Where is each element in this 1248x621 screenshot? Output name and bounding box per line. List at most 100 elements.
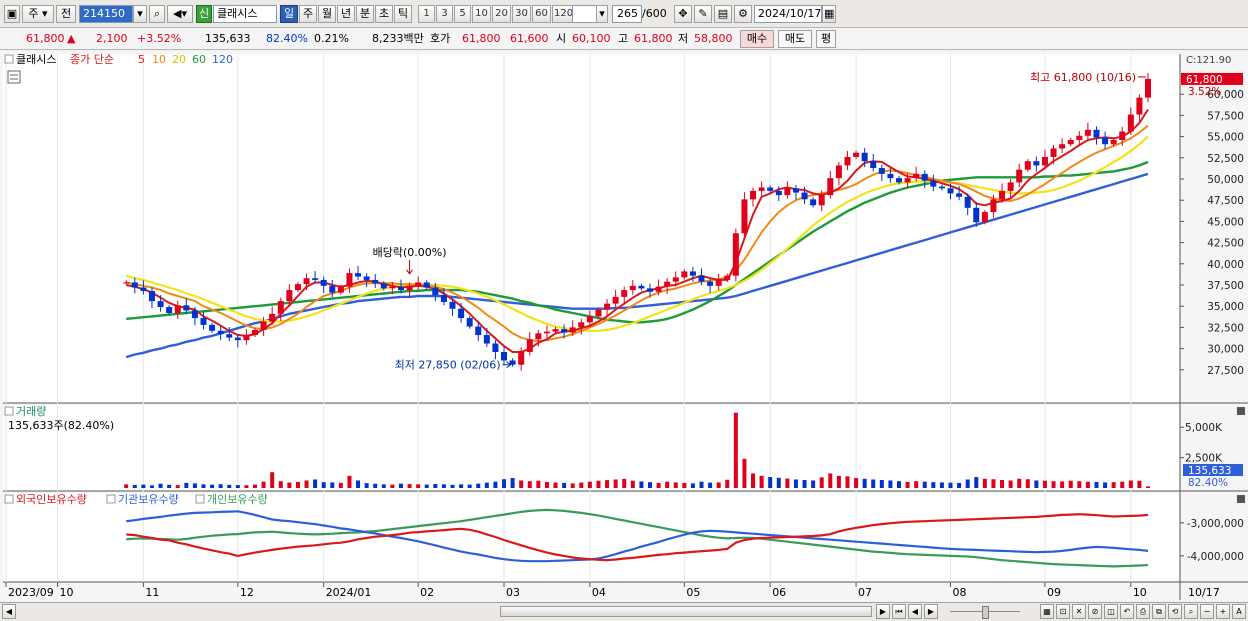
interval-button-3[interactable]: 3 (436, 5, 453, 23)
scrollbar-thumb[interactable] (500, 606, 872, 617)
candle-body (801, 192, 808, 200)
print-icon[interactable]: ⎙ (1136, 604, 1150, 619)
link-icon[interactable]: ⊘ (1088, 604, 1102, 619)
first-page-icon[interactable]: ⏮ (892, 604, 906, 619)
interval-button-5[interactable]: 5 (454, 5, 471, 23)
toolbar: ▣ 주 ▾ 전 214150 ▾ ⌕ ◀▾ 신 클래시스 일주월년분초틱 135… (0, 0, 1248, 28)
timeframe-button-1[interactable]: 주 (299, 5, 317, 23)
font-size-icon[interactable]: A (1232, 604, 1246, 619)
lock-icon[interactable]: ⊡ (1056, 604, 1070, 619)
volume-bar (1068, 480, 1073, 488)
timeframe-button-3[interactable]: 년 (337, 5, 355, 23)
timeframe-button-4[interactable]: 분 (356, 5, 374, 23)
zoom-slider-handle[interactable] (982, 606, 989, 619)
high-annotation: 최고 61,800 (10/16) (1030, 71, 1136, 84)
volume-bar (227, 484, 232, 488)
volume-close-icon[interactable] (1237, 407, 1245, 415)
calculator-icon[interactable] (7, 70, 21, 84)
copy-icon[interactable]: ⧉ (1152, 604, 1166, 619)
stock-name-field[interactable]: 클래시스 (213, 5, 277, 23)
volume-bar (467, 484, 472, 488)
volume-bar (450, 484, 455, 488)
indiv-legend: 개인보유수량 (207, 493, 268, 506)
calendar-icon[interactable]: ▦ (822, 5, 836, 23)
holdings-close-icon[interactable] (1237, 495, 1245, 503)
volume-bar (544, 481, 549, 488)
prev-page-icon[interactable]: ◀ (908, 604, 922, 619)
tools-icon[interactable]: ✥ (674, 5, 692, 23)
scroll-left-icon[interactable]: ◀ (2, 604, 16, 619)
candle-body (183, 305, 190, 311)
candle-body (750, 190, 757, 200)
speaker-icon[interactable]: ◀▾ (167, 5, 193, 23)
buy-button[interactable]: 매수 (740, 30, 774, 48)
search-zoom-icon[interactable]: ⌕ (1184, 604, 1198, 619)
date-input[interactable]: 2024/10/17 (754, 5, 822, 23)
period-select[interactable]: 주 ▾ (22, 5, 54, 23)
search-icon[interactable]: ⌕ (149, 5, 165, 23)
candle-body (200, 318, 207, 325)
candle-body (217, 330, 224, 335)
legend-toggle-icon[interactable] (4, 54, 14, 64)
candle-body (1041, 156, 1048, 166)
chevron-down-icon[interactable]: ▾ (133, 5, 147, 23)
zoom-in-icon[interactable]: + (1216, 604, 1230, 619)
candle-body (655, 286, 662, 292)
volume-bar (1146, 486, 1150, 488)
bar-count-input[interactable]: 265 (612, 5, 642, 23)
eval-button[interactable]: 평 (816, 30, 836, 48)
interval-button-30[interactable]: 30 (512, 5, 531, 23)
stock-code-input[interactable]: 214150 (79, 5, 133, 23)
sell-button[interactable]: 매도 (778, 30, 812, 48)
candle-body (913, 173, 920, 179)
interval-button-20[interactable]: 20 (492, 5, 511, 23)
volume-title: 거래량 (16, 405, 46, 418)
stock-chart[interactable]: 60,00057,50055,00052,50050,00047,50045,0… (0, 51, 1248, 602)
timeframe-button-5[interactable]: 초 (375, 5, 393, 23)
indiv-toggle-icon[interactable] (195, 494, 205, 504)
window-icon[interactable]: ▣ (4, 5, 20, 23)
next-page-icon[interactable]: ▶ (924, 604, 938, 619)
undo-icon[interactable]: ↶ (1120, 604, 1134, 619)
holdings-toggle-icon[interactable] (4, 494, 14, 504)
draw-icon[interactable]: ✎ (694, 5, 712, 23)
volume-bar (244, 485, 249, 488)
candle-body (1007, 182, 1014, 191)
candle-body (380, 283, 387, 289)
refresh-icon[interactable]: ⟲ (1168, 604, 1182, 619)
zoom-out-icon[interactable]: − (1200, 604, 1214, 619)
volume-bar (811, 480, 816, 488)
interval-button-10[interactable]: 10 (472, 5, 491, 23)
chevron-down-icon[interactable]: ▾ (596, 5, 608, 23)
timeframe-button-0[interactable]: 일 (280, 5, 298, 23)
inst-toggle-icon[interactable] (106, 494, 116, 504)
candle-body (861, 152, 868, 162)
candle-body (449, 301, 456, 309)
prev-button[interactable]: 전 (56, 5, 76, 23)
crosshair-icon[interactable]: ✕ (1072, 604, 1086, 619)
interval-button-1[interactable]: 1 (418, 5, 435, 23)
grid-icon[interactable]: ▦ (1040, 604, 1054, 619)
interval-button-60[interactable]: 60 (532, 5, 551, 23)
gear-icon[interactable]: ⚙ (734, 5, 752, 23)
save-icon[interactable]: ▤ (714, 5, 732, 23)
volume-bar (725, 479, 730, 488)
price-tick-label: 32,500 (1207, 322, 1244, 334)
interval-button-120[interactable]: 120 (552, 5, 574, 23)
scroll-right-icon[interactable]: ▶ (876, 604, 890, 619)
ask-price: 61,600 (510, 32, 549, 45)
candle-body (1033, 161, 1040, 166)
holdings-tick-label: -4,000,000 (1187, 551, 1244, 563)
timeframe-button-6[interactable]: 틱 (394, 5, 412, 23)
volume-bar (965, 479, 970, 488)
candle-body (956, 193, 963, 197)
candle-body (312, 278, 319, 280)
volume-tick-label: 5,000K (1185, 422, 1223, 434)
layout-icon[interactable]: ◫ (1104, 604, 1118, 619)
timeframe-button-2[interactable]: 월 (318, 5, 336, 23)
volume-bar (373, 483, 378, 488)
candle-body (123, 282, 130, 284)
volume-toggle-icon[interactable] (4, 406, 14, 416)
volume-bar (716, 482, 721, 488)
price-change-pct: +3.52% (137, 32, 182, 45)
